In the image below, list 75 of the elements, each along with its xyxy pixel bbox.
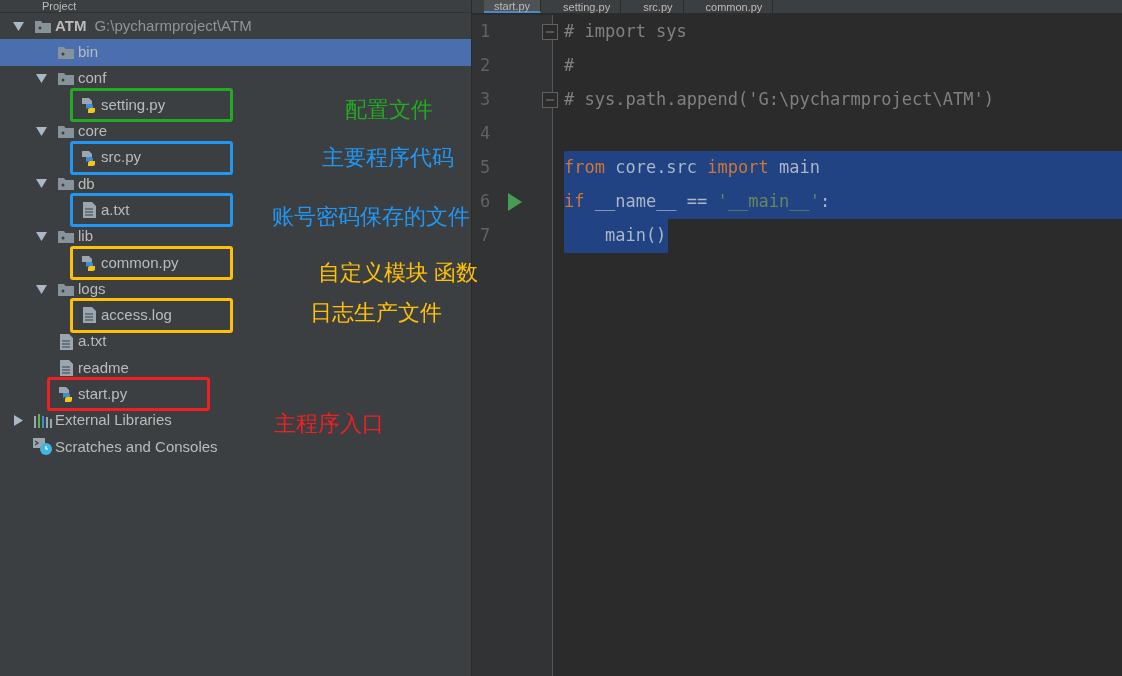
tree-row[interactable]: start.py [0, 381, 262, 408]
tree-row[interactable]: External Libraries [0, 407, 262, 434]
text-file-icon [82, 202, 96, 219]
tree-row[interactable]: lib [0, 223, 262, 250]
tree-item-label: External Libraries [55, 410, 172, 431]
tree-row[interactable]: readme [0, 354, 262, 382]
tree-row[interactable]: db [0, 170, 262, 198]
text-file-icon [59, 360, 73, 376]
folder-icon [58, 282, 74, 296]
tree-item-label: lib [78, 226, 93, 247]
tree-item-label: setting.py [101, 94, 166, 115]
tree-item-label: bin [78, 42, 99, 63]
tree-row[interactable]: core [0, 118, 262, 145]
collapsed-arrow-icon[interactable] [12, 415, 24, 427]
python-file-icon [81, 254, 97, 271]
fold-marker-icon[interactable] [542, 92, 558, 108]
tree-row[interactable]: a.txt [0, 328, 262, 355]
python-file-icon [81, 149, 97, 166]
folder-icon [58, 124, 74, 138]
annotation-text: 主要程序代码 [322, 144, 454, 172]
folder-icon [35, 19, 51, 33]
expanded-arrow-icon[interactable] [35, 283, 47, 295]
folder-icon [58, 230, 74, 243]
expanded-arrow-icon[interactable] [35, 125, 47, 137]
library-icon [34, 413, 52, 428]
python-file-icon [81, 97, 97, 114]
tree-item-label: a.txt [101, 199, 130, 220]
text-file-icon [82, 307, 96, 324]
tree-item-label: logs [78, 278, 106, 299]
tree-row[interactable]: conf [0, 65, 262, 92]
tree-item-label: db [78, 173, 95, 194]
code-line: # sys.path.append('G:\pycharmproject\ATM') [564, 88, 994, 112]
tree-row[interactable]: logs [0, 275, 262, 303]
annotation-text: 日志生产文件 [310, 299, 442, 327]
tree-row[interactable]: access.log [0, 302, 262, 329]
tree-item-label: conf [78, 68, 107, 89]
tree-item-label: a.txt [78, 331, 107, 352]
annotation-text: 账号密码保存的文件 [272, 203, 470, 231]
tree-row[interactable]: setting.py [0, 91, 262, 119]
python-file-icon [58, 386, 74, 403]
fold-marker-icon[interactable] [542, 24, 558, 40]
expanded-arrow-icon[interactable] [35, 73, 47, 85]
tree-item-label: core [78, 121, 108, 142]
expanded-arrow-icon[interactable] [35, 178, 47, 190]
annotation-text: 自定义模块 函数 [318, 259, 479, 287]
tree-row[interactable]: src.py [0, 144, 262, 171]
tree-item-label: Scratches and Consoles [55, 436, 218, 457]
run-icon[interactable] [508, 193, 522, 211]
tree-row[interactable]: ATM G:\pycharmproject\ATM [0, 13, 262, 40]
tree-item-label: ATM [55, 15, 87, 36]
editor-tab[interactable]: start.py [484, 0, 542, 13]
annotation-text: 配置文件 [345, 96, 433, 124]
scratches-icon [33, 437, 53, 456]
panel-title[interactable]: Project [42, 0, 77, 12]
tree-row[interactable]: Scratches and Consoles [0, 433, 262, 461]
folder-icon [58, 45, 74, 59]
editor-tab[interactable]: setting.py [553, 0, 622, 13]
expanded-arrow-icon[interactable] [35, 231, 47, 242]
text-file-icon [59, 333, 73, 350]
tree-item-label: common.py [101, 252, 179, 273]
expanded-arrow-icon[interactable] [12, 20, 24, 32]
tree-row[interactable]: common.py [0, 249, 262, 276]
tree-item-label: readme [78, 357, 129, 378]
folder-icon [58, 177, 74, 191]
editor-tab[interactable]: src.py [633, 0, 684, 13]
code-line: # [564, 54, 575, 78]
folder-icon [58, 72, 74, 86]
code-line: # import sys [564, 20, 687, 44]
tree-item-label: access.log [101, 305, 172, 326]
tree-item-label: start.py [78, 384, 128, 405]
tree-row[interactable]: a.txt [0, 197, 262, 224]
editor-tab[interactable]: common.py [695, 0, 774, 13]
annotation-text: 主程序入口 [274, 410, 384, 438]
project-path: G:\pycharmproject\ATM [94, 15, 252, 36]
tree-item-label: src.py [101, 147, 141, 168]
